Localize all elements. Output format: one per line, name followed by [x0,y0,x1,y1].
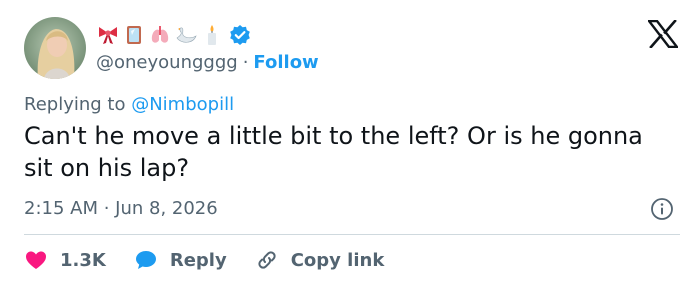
separator-dot: · [242,52,249,73]
tweet-text: Can't he move a little bit to the left? … [24,122,643,182]
mirror-icon [122,23,146,47]
author-handle[interactable]: @oneyoungggg [96,52,238,74]
avatar[interactable] [24,17,86,79]
display-name-emojis[interactable] [96,22,319,48]
handle-row: @oneyoungggg · Follow [96,52,319,74]
replying-to-prefix: Replying to [24,94,126,115]
follow-button[interactable]: Follow [253,52,318,74]
reply-label: Reply [169,249,227,271]
link-icon [258,251,276,269]
info-icon[interactable] [650,197,674,221]
x-logo-icon[interactable] [646,19,680,49]
lungs-icon [148,23,172,47]
verified-badge-icon [229,24,251,46]
tweet-timestamp[interactable]: 2:15 AM · Jun 8, 2026 [24,197,218,221]
author-meta: @oneyoungggg · Follow [96,22,319,74]
swan-icon [174,23,198,47]
tweet-embed-card: @oneyoungggg · Follow Replying to @Nimbo… [0,0,700,287]
like-count: 1.3K [60,249,106,271]
replying-to-line: Replying to @Nimbopill [24,94,234,116]
heart-icon [26,251,46,269]
action-bar: 1.3K Reply Copy link [24,246,412,274]
copy-link-button[interactable]: Copy link [255,248,385,272]
tweet-header: @oneyoungggg · Follow [24,16,319,80]
divider [24,234,680,235]
speech-bubble-icon [135,251,156,269]
copy-link-label: Copy link [290,249,385,271]
like-button[interactable]: 1.3K [24,248,106,272]
reply-button[interactable]: Reply [134,248,227,272]
bow-icon [96,23,120,47]
candle-icon [200,23,224,47]
replying-to-mention[interactable]: @Nimbopill [131,94,234,115]
